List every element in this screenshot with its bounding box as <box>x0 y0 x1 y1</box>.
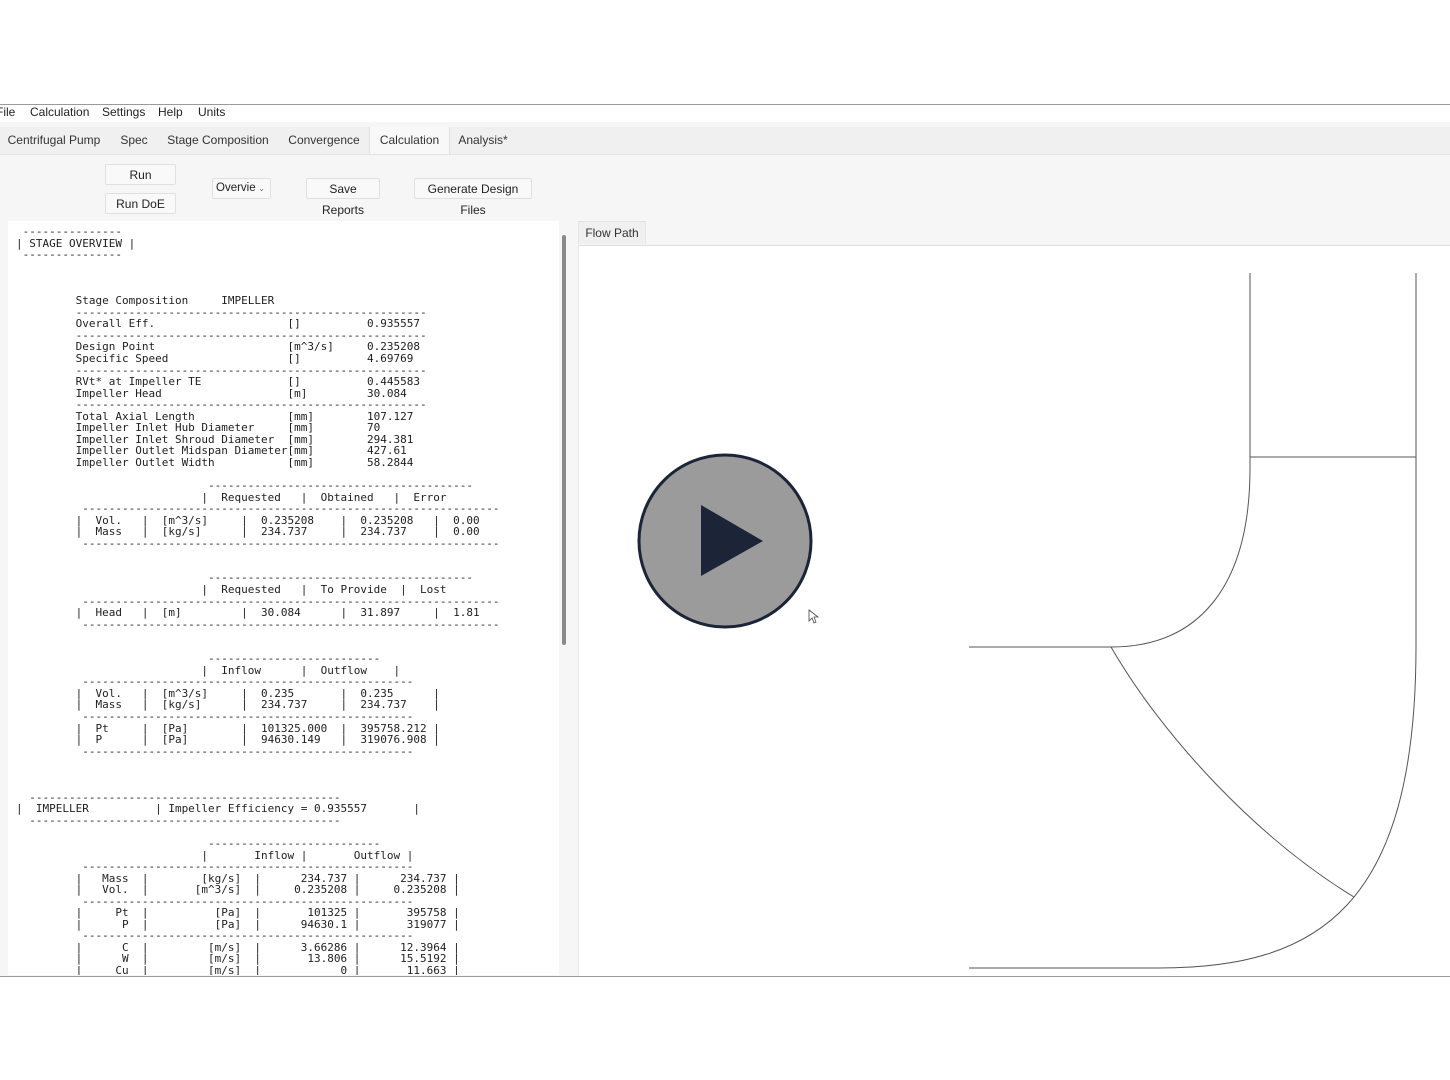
save-reports-button[interactable]: Save Reports <box>306 178 380 217</box>
report-scrollbar[interactable] <box>562 235 566 645</box>
tab-analysis[interactable]: Analysis* <box>452 127 514 154</box>
tab-bar: Centrifugal Pump Spec Stage Composition … <box>0 127 1450 155</box>
view-select-value: Overvie <box>216 182 256 194</box>
tab-flow-path[interactable]: Flow Path <box>578 221 646 244</box>
tab-calculation[interactable]: Calculation <box>369 127 450 154</box>
menu-units[interactable]: Units <box>198 105 225 119</box>
menu-bar: File Calculation Settings Help Units <box>0 105 1450 122</box>
run-button[interactable]: Run <box>105 164 176 185</box>
menu-help[interactable]: Help <box>158 105 183 119</box>
menu-calculation[interactable]: Calculation <box>30 105 89 119</box>
generate-design-files-button[interactable]: Generate Design Files <box>414 178 532 217</box>
tab-convergence[interactable]: Convergence <box>282 127 366 154</box>
cursor-icon <box>808 609 820 624</box>
report-text: --------------- | STAGE OVERVIEW | -----… <box>16 225 500 975</box>
play-icon[interactable] <box>637 453 813 629</box>
blade-edge-line <box>1110 646 1355 898</box>
view-select[interactable]: Overvie ⌄ <box>212 178 271 199</box>
hub-line <box>969 273 1417 969</box>
menu-file[interactable]: File <box>0 105 15 119</box>
report-panel[interactable]: --------------- | STAGE OVERVIEW | -----… <box>8 221 559 975</box>
tab-spec[interactable]: Spec <box>112 127 156 154</box>
shroud-line <box>969 273 1251 648</box>
menu-settings[interactable]: Settings <box>102 105 145 119</box>
run-doe-button[interactable]: Run DoE <box>105 193 176 214</box>
tab-stage-composition[interactable]: Stage Composition <box>162 127 274 154</box>
chevron-down-icon: ⌄ <box>258 184 265 193</box>
tab-centrifugal-pump[interactable]: Centrifugal Pump <box>0 127 108 154</box>
